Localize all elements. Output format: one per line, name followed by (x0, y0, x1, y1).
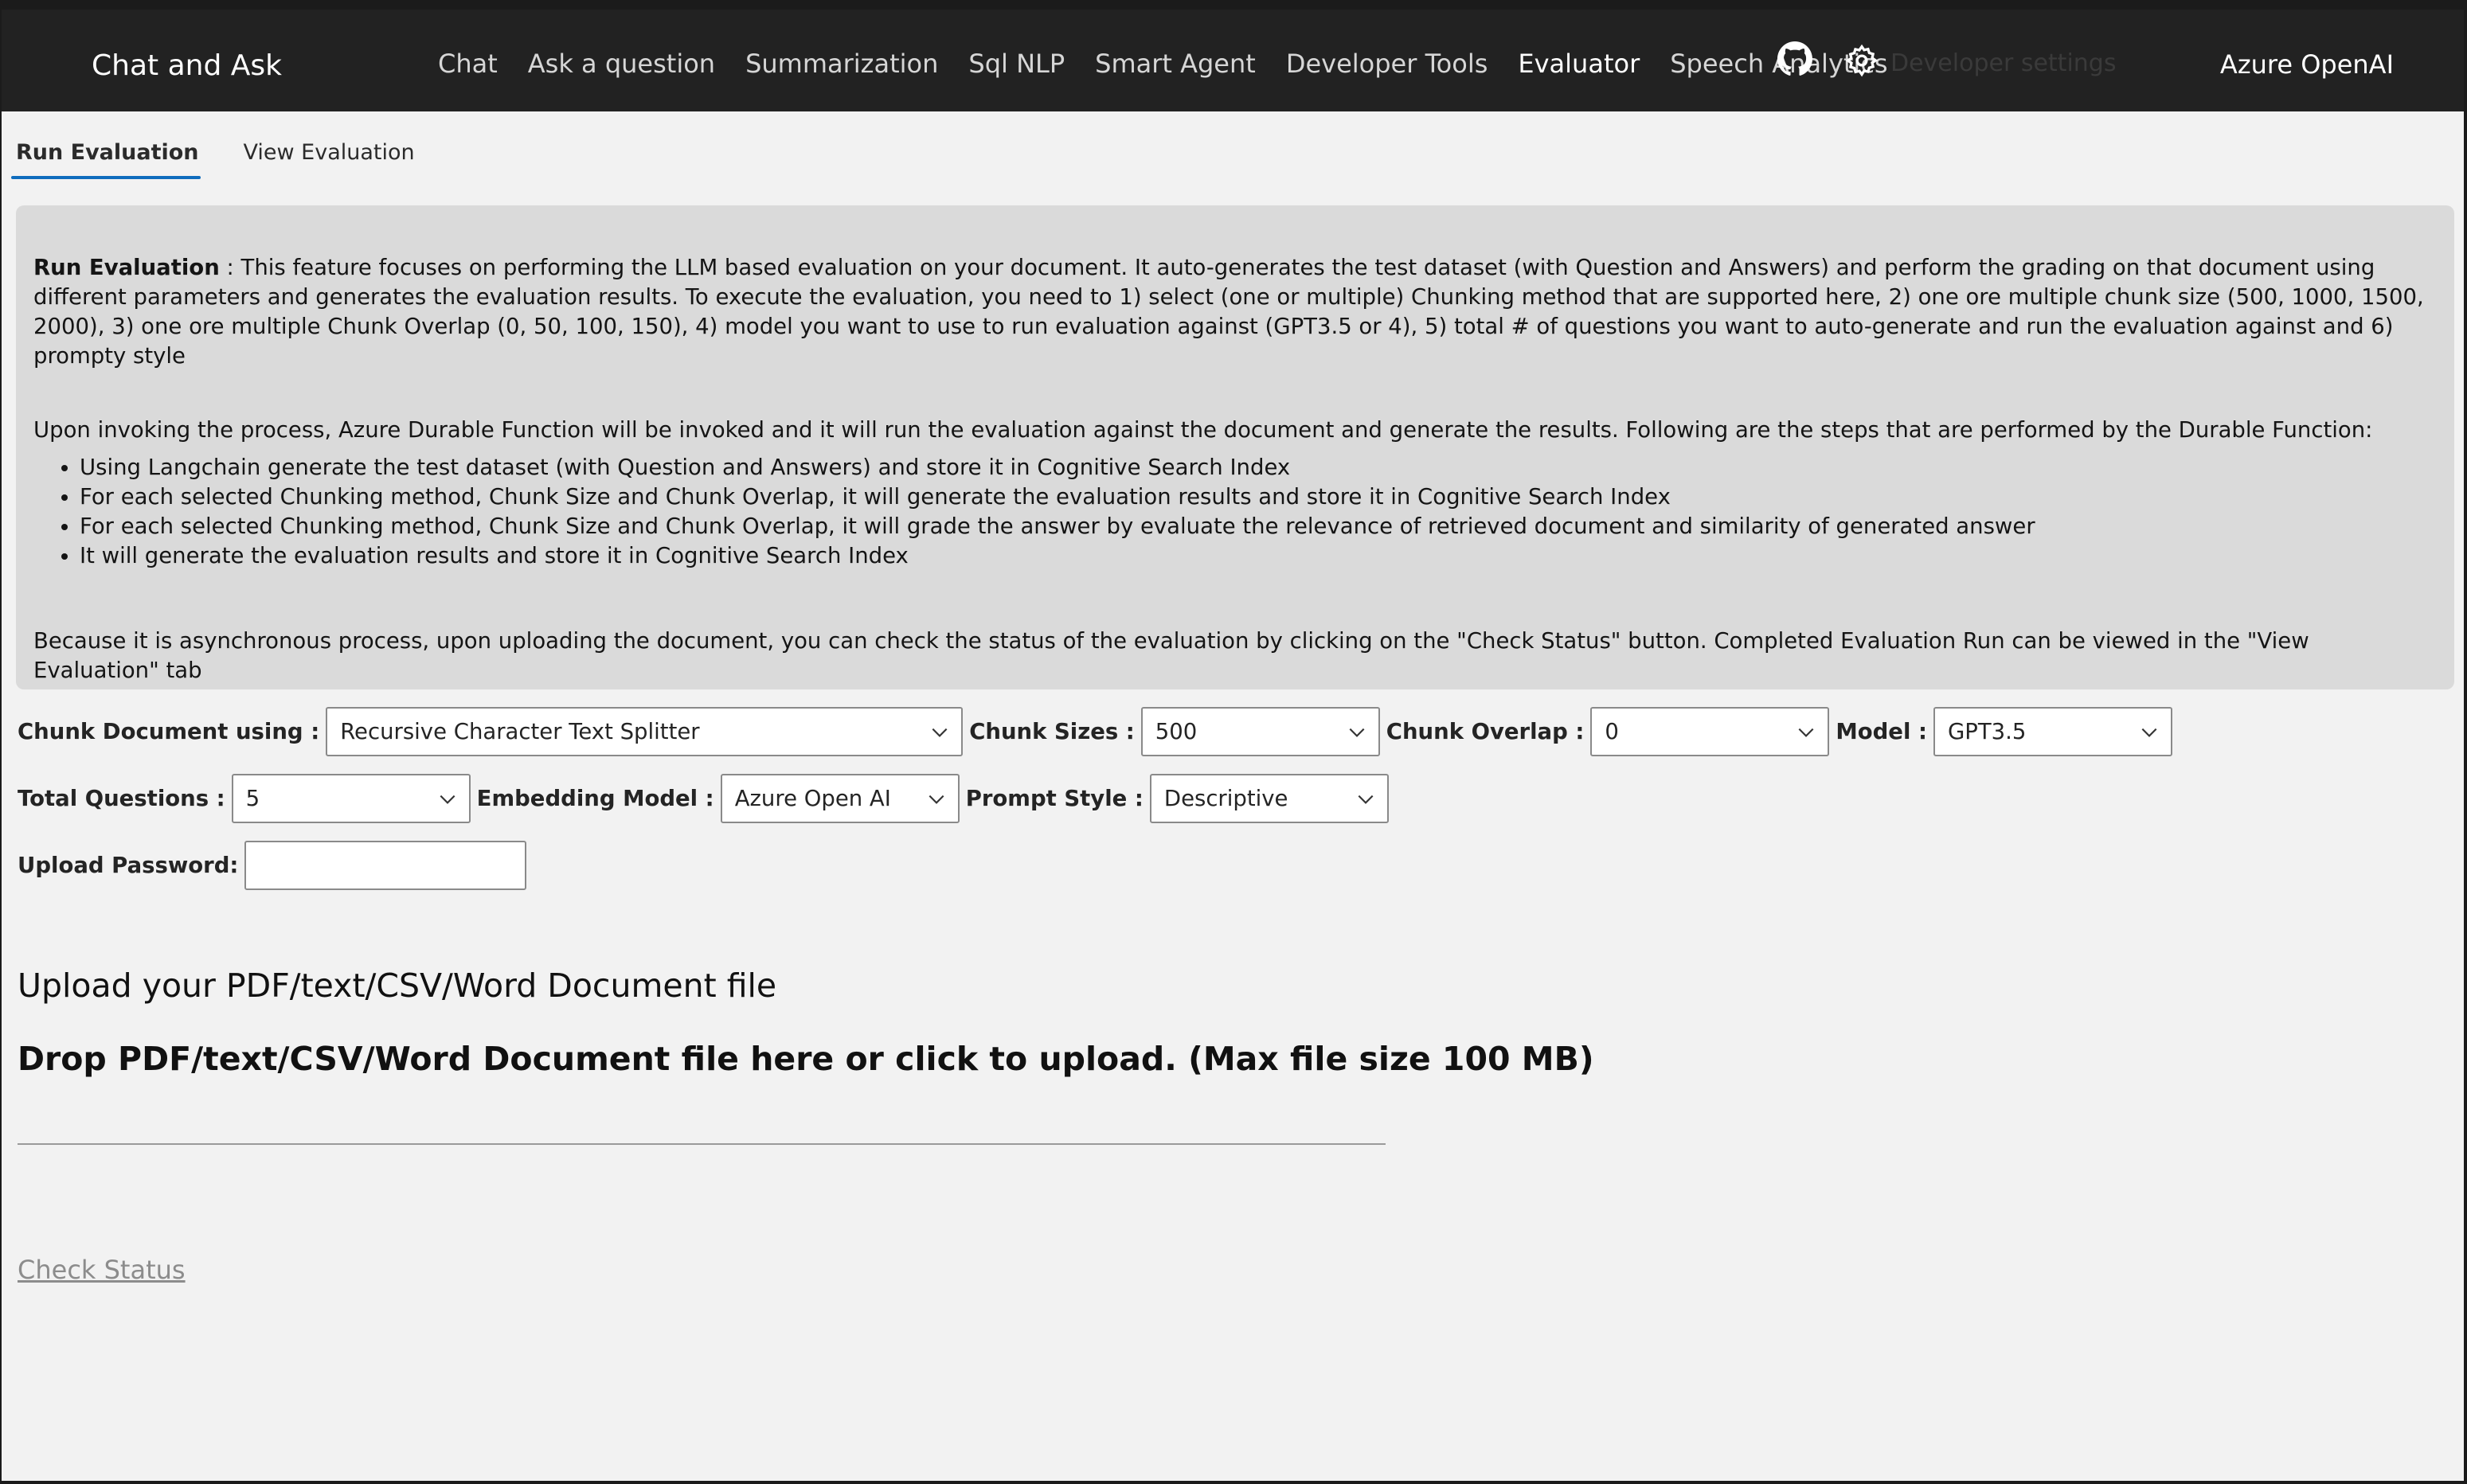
form-row-1: Chunk Document using : Recursive Charact… (18, 707, 2179, 756)
provider-label: Azure OpenAI (2219, 49, 2394, 80)
nav-ask-a-question[interactable]: Ask a question (528, 49, 715, 79)
prompt-style-select[interactable]: Descriptive (1149, 774, 1389, 823)
chunk-overlap-label: Chunk Overlap : (1386, 719, 1585, 744)
chunk-overlap-value: 0 (1605, 719, 1619, 744)
chevron-down-icon (1798, 728, 1814, 737)
github-icon[interactable] (1777, 41, 1812, 76)
chunk-sizes-select[interactable]: 500 (1140, 707, 1380, 756)
divider (18, 1143, 1386, 1145)
chevron-down-icon (932, 728, 948, 737)
chunk-document-select[interactable]: Recursive Character Text Splitter (326, 707, 964, 756)
prompt-style-label: Prompt Style : (965, 786, 1144, 811)
total-questions-select[interactable]: 5 (231, 774, 471, 823)
total-questions-value: 5 (245, 786, 260, 811)
list-item: For each selected Chunking method, Chunk… (80, 482, 2437, 512)
gear-icon[interactable] (1844, 43, 1879, 78)
model-label: Model : (1836, 719, 1927, 744)
check-status-button[interactable]: Check Status (18, 1255, 186, 1285)
upload-heading: Upload your PDF/text/CSV/Word Document f… (18, 967, 777, 1005)
info-intro-text: : This feature focuses on performing the… (33, 255, 2424, 369)
nav-evaluator[interactable]: Evaluator (1518, 49, 1640, 79)
chunk-document-label: Chunk Document using : (18, 719, 320, 744)
info-steps-list: Using Langchain generate the test datase… (33, 453, 2437, 571)
nav-summarization[interactable]: Summarization (745, 49, 938, 79)
main-nav: Chat Ask a question Summarization Sql NL… (438, 46, 1888, 81)
upload-password-field[interactable] (244, 841, 527, 890)
nav-chat[interactable]: Chat (438, 49, 498, 79)
app-window: Chat and Ask Chat Ask a question Summari… (2, 10, 2464, 1481)
nav-smart-agent[interactable]: Smart Agent (1095, 49, 1256, 79)
info-footer: Because it is asynchronous process, upon… (33, 628, 2309, 683)
nav-developer-tools[interactable]: Developer Tools (1286, 49, 1488, 79)
nav-sql-nlp[interactable]: Sql NLP (968, 49, 1065, 79)
embedding-model-value: Azure Open AI (734, 786, 891, 811)
chevron-down-icon (1358, 795, 1374, 804)
developer-settings-link[interactable]: Developer settings (1890, 49, 2116, 77)
form-row-3: Upload Password: (18, 841, 527, 890)
list-item: Using Langchain generate the test datase… (80, 453, 2437, 482)
info-intro: Run Evaluation : This feature focuses on… (33, 253, 2437, 371)
chevron-down-icon (2141, 728, 2157, 737)
list-item: It will generate the evaluation results … (80, 541, 2437, 571)
chunk-sizes-value: 500 (1155, 719, 1198, 744)
model-select[interactable]: GPT3.5 (1933, 707, 2172, 756)
tab-view-evaluation[interactable]: View Evaluation (244, 140, 415, 179)
chevron-down-icon (1349, 728, 1365, 737)
info-panel: Run Evaluation : This feature focuses on… (16, 205, 2454, 689)
info-title: Run Evaluation (33, 255, 220, 280)
upload-password-label: Upload Password: (18, 853, 239, 878)
embedding-model-label: Embedding Model : (476, 786, 714, 811)
top-nav-bar: Chat and Ask Chat Ask a question Summari… (2, 10, 2464, 111)
form-row-2: Total Questions : 5 Embedding Model : Az… (18, 774, 1395, 823)
model-value: GPT3.5 (1947, 719, 2027, 744)
chevron-down-icon (929, 795, 944, 804)
chevron-down-icon (440, 795, 455, 804)
prompt-style-value: Descriptive (1163, 786, 1288, 811)
chunk-overlap-select[interactable]: 0 (1590, 707, 1830, 756)
chunk-document-value: Recursive Character Text Splitter (340, 719, 700, 744)
tab-run-evaluation[interactable]: Run Evaluation (11, 140, 201, 179)
total-questions-label: Total Questions : (18, 786, 225, 811)
chunk-sizes-label: Chunk Sizes : (969, 719, 1135, 744)
evaluation-tabs: Run Evaluation View Evaluation (11, 140, 415, 179)
info-process: Upon invoking the process, Azure Durable… (33, 417, 2373, 443)
list-item: For each selected Chunking method, Chunk… (80, 512, 2437, 541)
embedding-model-select[interactable]: Azure Open AI (720, 774, 960, 823)
file-drop-zone[interactable]: Drop PDF/text/CSV/Word Document file her… (18, 1040, 1594, 1078)
brand-title[interactable]: Chat and Ask (92, 49, 282, 82)
